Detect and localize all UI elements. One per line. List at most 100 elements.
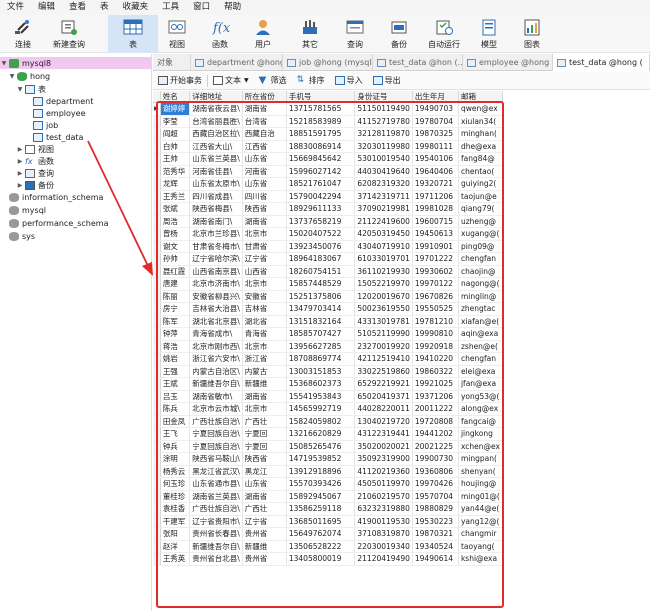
table-cell[interactable]: 四川省 [242, 190, 287, 203]
table-cell[interactable]: 王斌 [160, 377, 191, 391]
table-cell[interactable]: 19720808 [412, 415, 459, 428]
table-cell[interactable]: 13956627285 [286, 340, 356, 353]
table-cell[interactable]: 19921025 [412, 377, 459, 391]
table-cell[interactable]: 北京市云市城\ [189, 402, 243, 416]
row-indicator[interactable] [153, 215, 161, 228]
import-button[interactable]: 导入 [330, 75, 368, 86]
table-cell[interactable]: 山西省 [242, 265, 287, 278]
query-button[interactable]: 查询 [338, 15, 372, 53]
table-cell[interactable]: 袁桂香 [160, 502, 191, 516]
filter-button[interactable]: ▼ 筛选 [254, 75, 292, 86]
text-button[interactable]: 文本 ▼ [208, 75, 254, 86]
table-cell[interactable]: yong53@( [458, 390, 503, 403]
table-cell[interactable]: 钟兵 [160, 440, 191, 453]
function-button[interactable]: f(x) 函数 [203, 15, 237, 53]
table-cell[interactable]: 宁夏回族自治\ [189, 440, 243, 453]
table-cell[interactable]: 内蒙古 [242, 365, 287, 378]
tab-employee[interactable]: employee @hong ... [463, 54, 553, 71]
table-cell[interactable]: 19540106 [412, 152, 459, 166]
row-indicator[interactable] [153, 265, 161, 278]
table-cell[interactable]: 18964183067 [286, 252, 356, 266]
table-cell[interactable]: qwen@ex [458, 102, 503, 116]
table-button[interactable]: 表 [108, 15, 158, 53]
table-cell[interactable]: 河南省佳县\ [189, 165, 243, 178]
table-cell[interactable]: 19550525 [412, 302, 459, 316]
table-row[interactable]: 王秀兰 四川省成县\ 四川省 15790042294 37142319711 197112… [153, 190, 503, 203]
table-cell[interactable]: xiulan34( [458, 115, 503, 128]
table-cell[interactable]: 13586259118 [286, 502, 356, 516]
table-cell[interactable]: 甘肃省冬梅市\ [189, 240, 243, 253]
table-cell[interactable]: 湖南省兰英县\ [189, 490, 243, 503]
column-header[interactable]: 出生年月 [412, 91, 459, 103]
row-indicator[interactable]: ▶ [153, 102, 161, 116]
column-header[interactable]: 邮箱 [458, 91, 503, 103]
table-row[interactable]: 张斌 陕西省梅县\ 陕西省 18929611133 37090219981 1998102… [153, 202, 503, 216]
table-cell[interactable]: 北京市刚市西\ [189, 340, 243, 353]
table-cell[interactable]: 65292219921 [354, 377, 413, 391]
row-indicator[interactable] [153, 290, 161, 303]
table-cell[interactable]: 姚岩 [160, 352, 191, 366]
table-row[interactable]: 董桂珍 湖南省兰英县\ 湖南省 15892945067 21060219570 19570… [153, 490, 503, 503]
table-cell[interactable]: jfan@exa [458, 377, 503, 391]
table-row[interactable]: 王秀英 贵州省台北县\ 贵州省 13405800019 21120419490 19490… [153, 552, 503, 566]
table-cell[interactable]: aqin@exa [458, 327, 503, 341]
table-cell[interactable]: 湖南省 [242, 215, 287, 228]
table-cell[interactable]: 18851591795 [286, 127, 356, 141]
row-indicator[interactable] [153, 227, 161, 241]
table-cell[interactable]: 15251375806 [286, 290, 356, 303]
table-cell[interactable]: 王秀兰 [160, 190, 191, 203]
table-cell[interactable]: xugang@( [458, 227, 503, 241]
row-indicator[interactable] [153, 177, 161, 191]
table-row[interactable]: 李莹 台湾省丽县胜\ 台湾省 15218583989 41152719780 197807… [153, 115, 503, 128]
table-cell[interactable]: 河南省 [242, 165, 287, 178]
table-cell[interactable]: 21060219570 [354, 490, 413, 503]
table-cell[interactable]: 13737658219 [286, 215, 356, 228]
table-cell[interactable]: 陕西省梅县\ [189, 202, 243, 216]
table-cell[interactable]: 新疆维 [242, 540, 287, 553]
table-cell[interactable]: 19490703 [412, 102, 459, 116]
table-cell[interactable]: 22030019340 [354, 540, 413, 553]
collapse-arrow-icon[interactable]: ▶ [16, 146, 24, 153]
table-cell[interactable]: 辽宁省哈尔滨\ [189, 252, 243, 266]
table-cell[interactable]: 41152719780 [354, 115, 413, 128]
table-cell[interactable]: 62082319320 [354, 177, 413, 191]
table-cell[interactable]: 陕西省 [242, 202, 287, 216]
table-cell[interactable]: 18585707427 [286, 327, 356, 341]
table-cell[interactable]: 43313019781 [354, 315, 413, 328]
table-cell[interactable]: 贵州省 [242, 527, 287, 541]
table-cell[interactable]: 19410220 [412, 352, 459, 366]
table-cell[interactable]: shenyan( [458, 465, 503, 478]
table-cell[interactable]: 18521761047 [286, 177, 356, 191]
table-cell[interactable]: chentao( [458, 165, 503, 178]
table-row[interactable]: 王帅 山东省兰英县\ 山东省 15669845642 53010019540 195401… [153, 152, 503, 166]
table-cell[interactable]: zshen@e( [458, 340, 503, 353]
model-button[interactable]: 模型 [472, 15, 506, 53]
tab-job[interactable]: job @hong (mysql... [283, 54, 373, 71]
table-cell[interactable]: 田金凤 [160, 415, 191, 428]
table-cell[interactable]: 41120219360 [354, 465, 413, 478]
table-cell[interactable]: mingpan( [458, 452, 503, 466]
table-cell[interactable]: 19320721 [412, 177, 459, 191]
table-cell[interactable]: 吉林省 [242, 302, 287, 316]
table-cell[interactable]: 西藏自治 [242, 127, 287, 141]
table-cell[interactable]: 19980111 [412, 140, 459, 153]
table-row[interactable]: 唐建 北京市济南市\ 北京市 15857448529 15052219970 199701… [153, 277, 503, 291]
export-button[interactable]: 导出 [368, 75, 406, 86]
table-cell[interactable]: 19910901 [412, 240, 459, 253]
chart-button[interactable]: 图表 [515, 15, 549, 53]
table-cell[interactable]: 李莹 [160, 115, 191, 128]
tree-table-job[interactable]: job [32, 119, 58, 131]
table-cell[interactable]: 四川省成县\ [189, 190, 243, 203]
table-cell[interactable]: 15996027142 [286, 165, 356, 178]
table-cell[interactable]: 42112519410 [354, 352, 413, 366]
table-cell[interactable]: 43122319441 [354, 427, 413, 441]
table-cell[interactable]: 35020020021 [354, 440, 413, 453]
table-cell[interactable]: 北京市 [242, 402, 287, 416]
table-cell[interactable]: 湖北省北京县\ [189, 315, 243, 328]
column-header[interactable]: 姓名 [160, 91, 191, 103]
table-cell[interactable]: 15218583989 [286, 115, 356, 128]
table-cell[interactable]: xiafan@e( [458, 315, 503, 328]
table-cell[interactable]: 18260754151 [286, 265, 356, 278]
table-cell[interactable]: 青海省成市\ [189, 327, 243, 341]
table-cell[interactable]: 13923450076 [286, 240, 356, 253]
